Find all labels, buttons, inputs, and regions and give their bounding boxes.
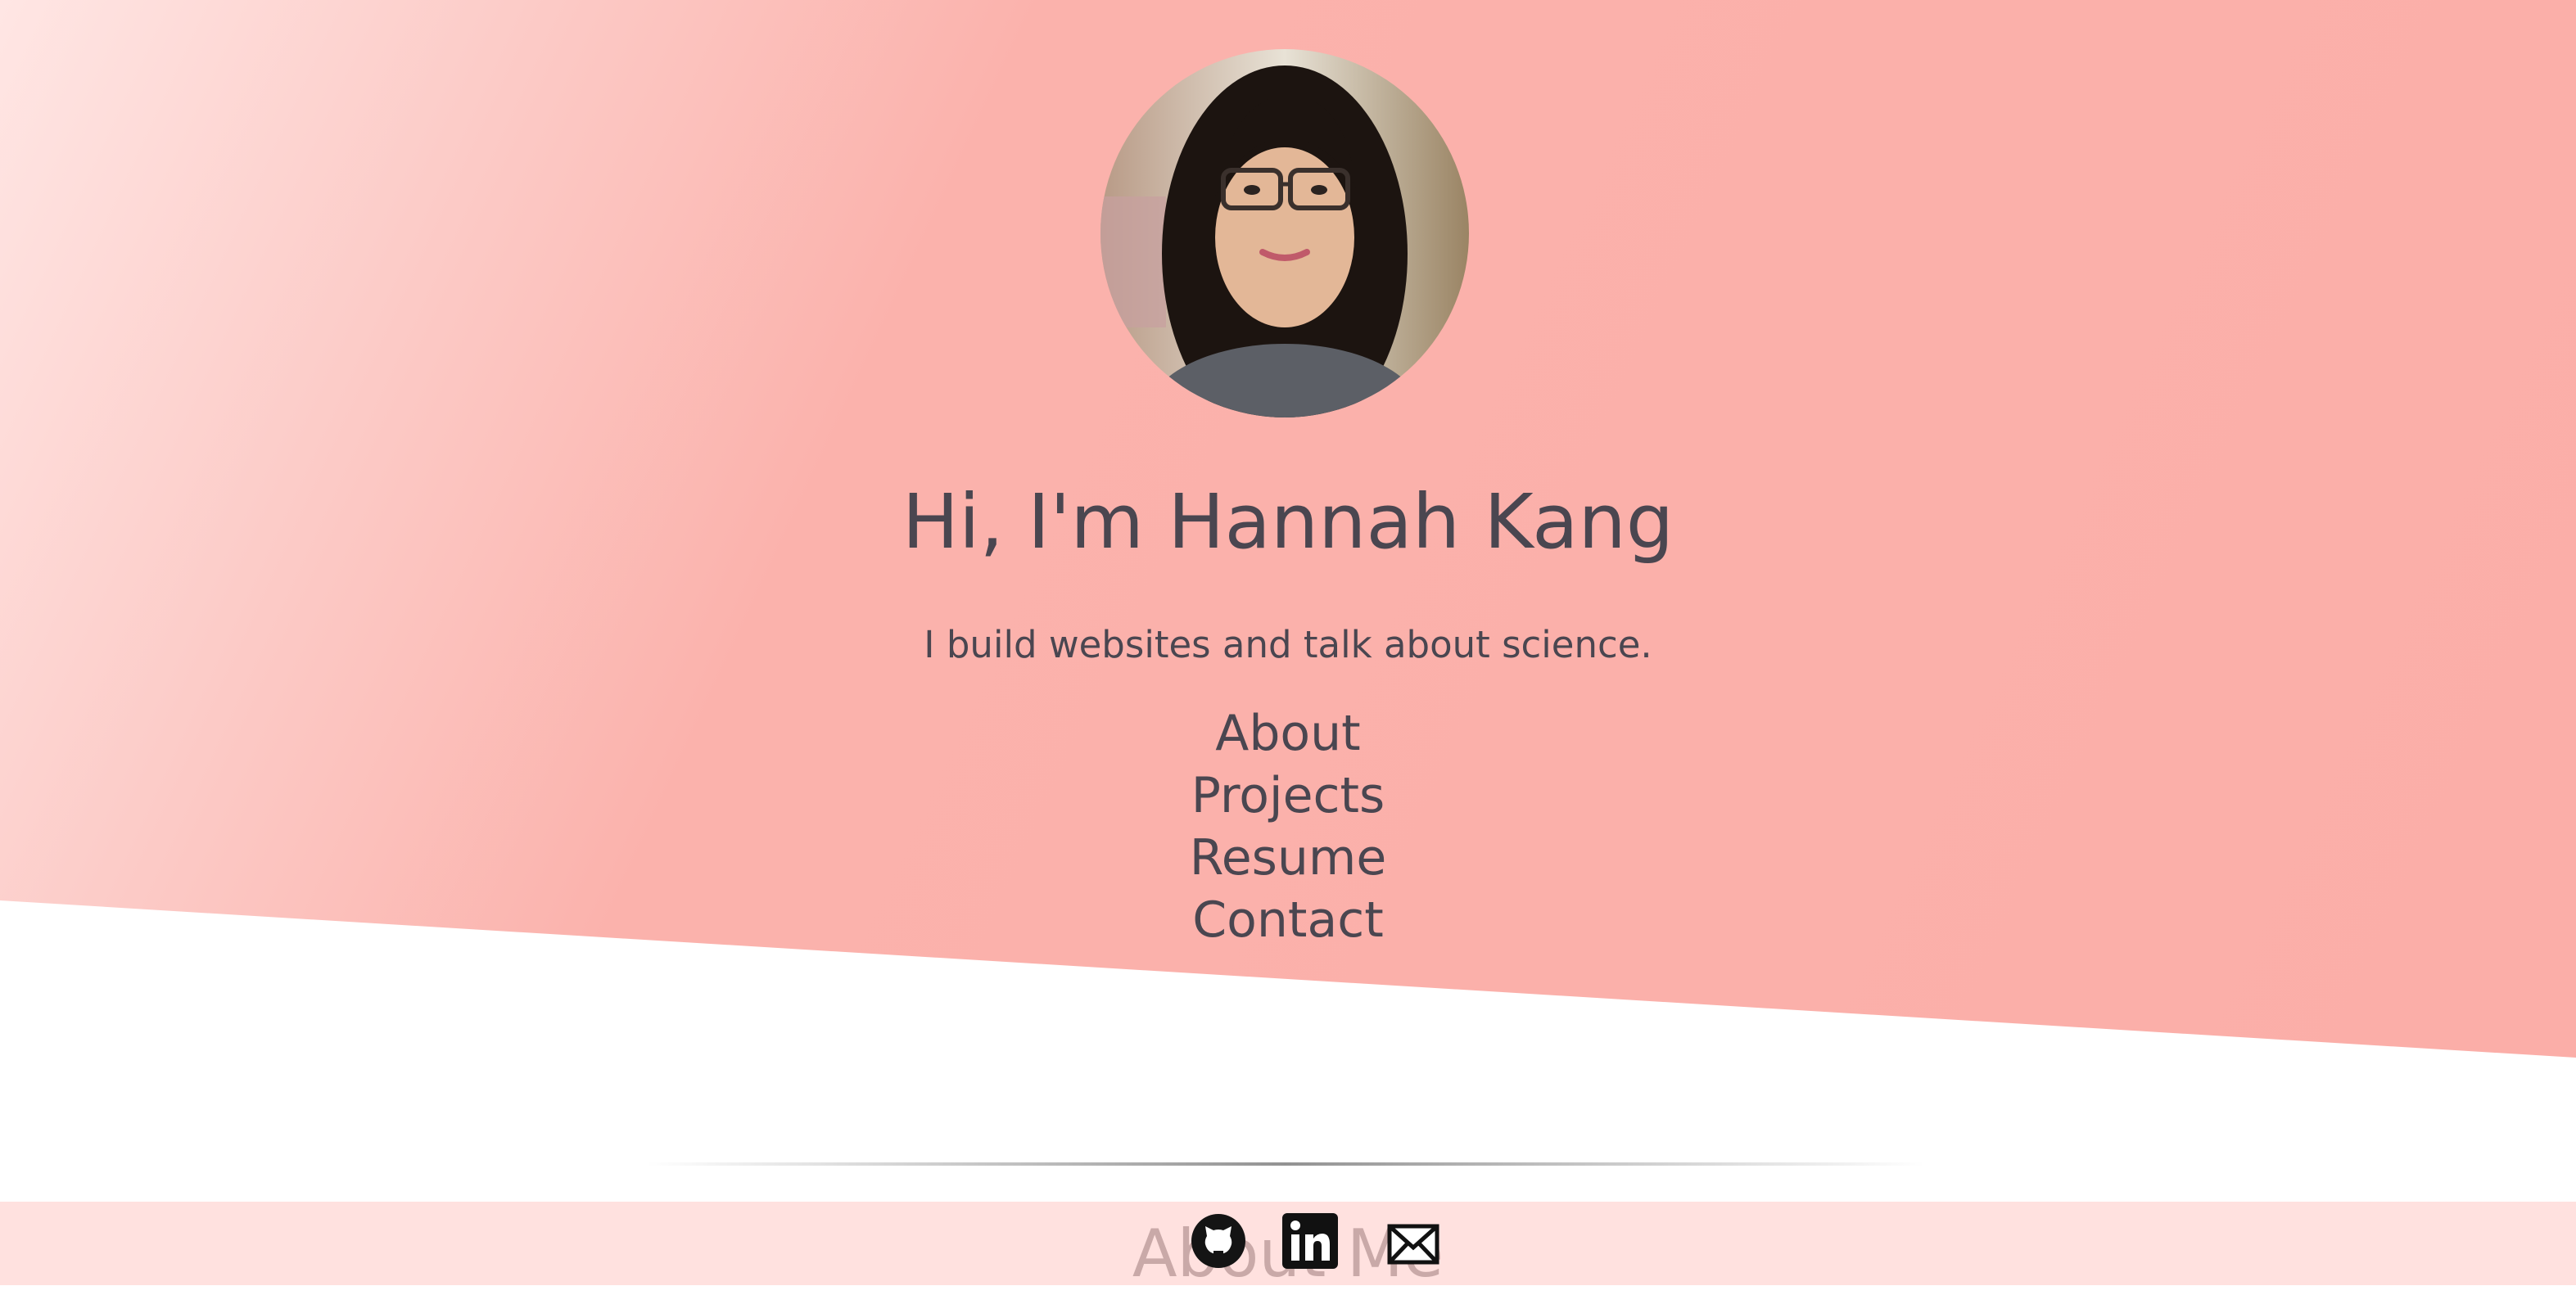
email-link[interactable] [1387, 1223, 1439, 1266]
section-divider [647, 1162, 1924, 1166]
hero-name-heading: Hi, I'm Hannah Kang [902, 478, 1674, 566]
profile-photo [1100, 49, 1469, 417]
social-links [1189, 1212, 1451, 1277]
email-icon [1387, 1223, 1439, 1266]
nav-link-contact[interactable]: Contact [0, 889, 2576, 951]
linkedin-link[interactable] [1281, 1212, 1340, 1270]
hero-tagline: I build websites and talk about science. [924, 623, 1652, 666]
main-nav: About Projects Resume Contact [0, 702, 2576, 951]
nav-link-projects[interactable]: Projects [0, 765, 2576, 827]
nav-link-about[interactable]: About [0, 702, 2576, 765]
linkedin-icon [1281, 1212, 1340, 1270]
github-icon [1189, 1212, 1248, 1270]
github-link[interactable] [1189, 1212, 1248, 1270]
nav-link-resume[interactable]: Resume [0, 827, 2576, 889]
